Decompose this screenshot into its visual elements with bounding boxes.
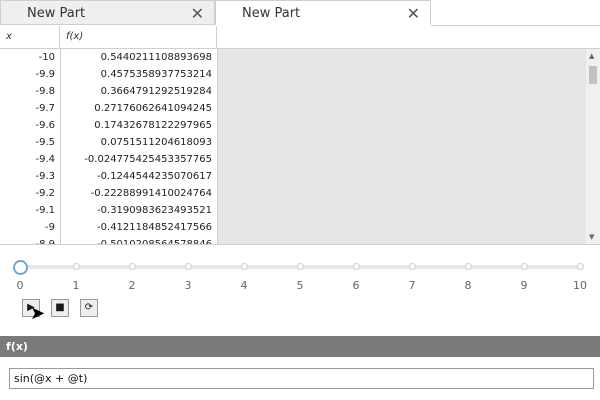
slider-tick bbox=[409, 263, 416, 270]
slider-handle[interactable] bbox=[13, 260, 28, 275]
slider-tick-label: 1 bbox=[72, 279, 80, 292]
table-cell-fx[interactable]: -0.4121184852417566 bbox=[60, 219, 217, 236]
slider-tick-label: 5 bbox=[296, 279, 304, 292]
slider-tick bbox=[185, 263, 192, 270]
slider-tick-label: 8 bbox=[464, 279, 472, 292]
tab-label: New Part bbox=[27, 6, 86, 21]
table-cell-x[interactable]: -8.9 bbox=[0, 236, 60, 244]
table-cell-x[interactable]: -9.7 bbox=[0, 100, 60, 117]
refresh-icon: ⟳ bbox=[84, 302, 94, 313]
slider-tick-label: 7 bbox=[408, 279, 416, 292]
mouse-cursor-icon: ➤ bbox=[30, 303, 46, 324]
slider-tick bbox=[129, 263, 136, 270]
slider-tick-label: 3 bbox=[184, 279, 192, 292]
slider-tick bbox=[73, 263, 80, 270]
table-cell-fx[interactable]: -0.22288991410024764 bbox=[60, 185, 217, 202]
x-column: -10 -9.9 -9.8 -9.7 -9.6 -9.5 -9.4 -9.3 -9.2 -9.1-… bbox=[0, 49, 61, 244]
slider-tick-label: 10 bbox=[573, 279, 587, 292]
vertical-scrollbar[interactable]: ▲ ▼ bbox=[586, 49, 600, 244]
table-cell-x[interactable]: -9 bbox=[0, 219, 60, 236]
slider-tick-label: 0 bbox=[16, 279, 24, 292]
table-cell-fx[interactable]: 0.0751511204618093 bbox=[60, 134, 217, 151]
tab-new-part-1[interactable]: New Part ✕ bbox=[0, 0, 215, 25]
table-cell-x[interactable]: -9.1 bbox=[0, 202, 60, 219]
table-cell-fx[interactable]: -0.1244544235070617 bbox=[60, 168, 217, 185]
stop-icon: ■ bbox=[55, 302, 65, 313]
scroll-up-icon[interactable]: ▲ bbox=[589, 52, 594, 60]
slider-tick bbox=[465, 263, 472, 270]
table-cell-fx[interactable]: 0.3664791292519284 bbox=[60, 83, 217, 100]
fx-column: 0.5440211108893698 0.4575358937753214 0.36… bbox=[60, 49, 218, 244]
table-cell-x[interactable]: -9.6 bbox=[0, 117, 60, 134]
table-cell-x[interactable]: -9.2 bbox=[0, 185, 60, 202]
table-header: x f(x) bbox=[0, 26, 600, 49]
table-cell-fx[interactable]: 0.5440211108893698 bbox=[60, 49, 217, 66]
slider-tick bbox=[241, 263, 248, 270]
stop-button[interactable]: ■ bbox=[51, 299, 69, 317]
table-cell-fx[interactable]: -0.3190983623493521 bbox=[60, 202, 217, 219]
close-icon[interactable]: ✕ bbox=[191, 1, 204, 26]
scroll-down-icon[interactable]: ▼ bbox=[589, 233, 594, 241]
function-panel-title: f(x) bbox=[0, 336, 600, 357]
table-cell-x[interactable]: -9.4 bbox=[0, 151, 60, 168]
expression-input[interactable]: sin(@x + @t) bbox=[9, 368, 594, 389]
slider-tick-label: 6 bbox=[352, 279, 360, 292]
tab-label: New Part bbox=[242, 6, 301, 21]
slider-tick-label: 2 bbox=[128, 279, 136, 292]
column-header-fx[interactable]: f(x) bbox=[60, 26, 217, 48]
loop-button[interactable]: ⟳ bbox=[80, 299, 98, 317]
column-header-x[interactable]: x bbox=[0, 26, 60, 48]
slider-tick bbox=[297, 263, 304, 270]
slider-tick bbox=[521, 263, 528, 270]
table-cell-x[interactable]: -9.5 bbox=[0, 134, 60, 151]
tab-bar: New Part ✕ New Part ✕ bbox=[0, 0, 600, 26]
table-cell-x[interactable]: -10 bbox=[0, 49, 60, 66]
table-cell-x[interactable]: -9.9 bbox=[0, 66, 60, 83]
data-table: x f(x) -10 -9.9 -9.8 -9.7 -9.6 -9.5 -9.4 -9.3 -9… bbox=[0, 26, 600, 245]
close-icon[interactable]: ✕ bbox=[407, 1, 420, 26]
table-cell-fx[interactable]: -0.024775425453357765 bbox=[60, 151, 217, 168]
table-cell-x[interactable]: -9.8 bbox=[0, 83, 60, 100]
table-cell-x[interactable]: -9.3 bbox=[0, 168, 60, 185]
slider-tick-label: 9 bbox=[520, 279, 528, 292]
slider-tick bbox=[353, 263, 360, 270]
scroll-thumb[interactable] bbox=[589, 66, 597, 84]
table-body: -10 -9.9 -9.8 -9.7 -9.6 -9.5 -9.4 -9.3 -9.2 -9.1-… bbox=[0, 49, 218, 244]
tab-new-part-2[interactable]: New Part ✕ bbox=[215, 0, 431, 25]
slider-tick bbox=[577, 263, 584, 270]
time-slider-area: 0 1 2 3 4 5 6 7 8 9 10 ▶ ■ ⟳ ➤ bbox=[0, 246, 600, 330]
table-cell-fx[interactable]: -0.5010208564578846 bbox=[60, 236, 217, 244]
table-cell-fx[interactable]: 0.27176062641094245 bbox=[60, 100, 217, 117]
table-cell-fx[interactable]: 0.17432678122297965 bbox=[60, 117, 217, 134]
slider-tick-label: 4 bbox=[240, 279, 248, 292]
table-cell-fx[interactable]: 0.4575358937753214 bbox=[60, 66, 217, 83]
